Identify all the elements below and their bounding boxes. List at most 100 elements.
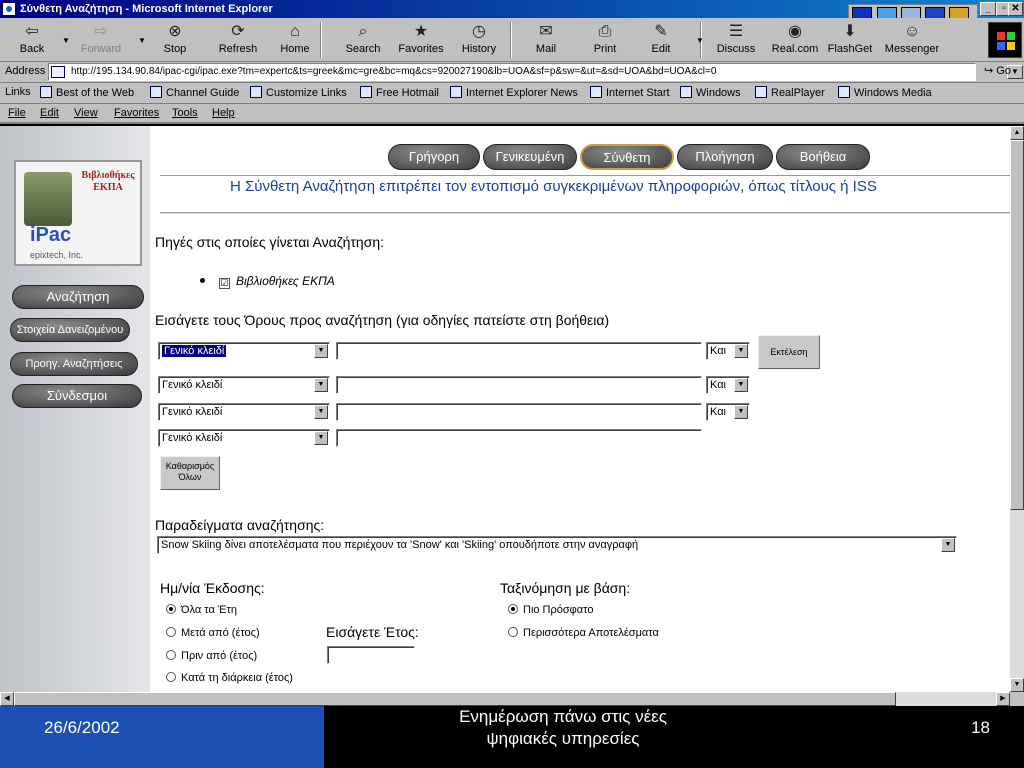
toolbar-favorites-button[interactable]: ★ Favorites [392, 20, 450, 60]
date-option-all-years[interactable]: Όλα τα Έτη [166, 604, 237, 616]
menu-bar: File Edit View Favorites Tools Help [0, 104, 1024, 124]
chevron-down-icon[interactable]: ▼ [314, 405, 328, 419]
term-field-select-2[interactable]: Γενικό κλειδί ▼ [158, 376, 330, 394]
source-checkbox[interactable]: ☑ [219, 278, 230, 289]
scroll-down-icon[interactable]: ▼ [1010, 678, 1024, 692]
menu-favorites[interactable]: Favorites [114, 107, 159, 119]
go-label: Go [996, 65, 1011, 77]
term-input-3[interactable] [336, 403, 702, 421]
date-option-before[interactable]: Πριν από (έτος) [166, 650, 257, 662]
chevron-down-icon[interactable]: ▼ [734, 378, 748, 392]
radio-icon[interactable] [166, 627, 176, 637]
radio-selected-icon[interactable] [508, 604, 518, 614]
term-operator-select-2[interactable]: Και ▼ [706, 376, 750, 394]
toolbar-edit-button[interactable]: ✎ Edit [638, 20, 684, 60]
flashget-icon: ⬇ [843, 23, 857, 40]
toolbar-forward-button[interactable]: ⇨ Forward [70, 20, 132, 60]
year-input[interactable] [327, 646, 415, 664]
term-field-select-3[interactable]: Γενικό κλειδί ▼ [158, 403, 330, 421]
vertical-scrollbar[interactable]: ▲ ▼ [1010, 126, 1024, 692]
link-realplayer[interactable]: RealPlayer [755, 86, 825, 99]
window-title-bar[interactable]: Σύνθετη Αναζήτηση - Microsoft Internet E… [0, 0, 1024, 28]
radio-icon[interactable] [166, 650, 176, 660]
scroll-up-icon[interactable]: ▲ [1010, 126, 1024, 140]
library-logo[interactable]: Βιβλιοθήκες ΕΚΠΑ iPac epixtech, Inc. [14, 160, 142, 266]
toolbar-messenger-button[interactable]: ☺ Messenger [880, 20, 944, 60]
chevron-down-icon[interactable]: ▼ [941, 538, 955, 552]
toolbar-print-button[interactable]: ⎙ Print [582, 20, 628, 60]
toolbar-discuss-button[interactable]: ☰ Discuss [710, 20, 762, 60]
close-button[interactable]: ✕ [1008, 2, 1023, 16]
radio-selected-icon[interactable] [166, 604, 176, 614]
sort-option-most-results[interactable]: Περισσότερα Αποτελέσματα [508, 627, 659, 639]
term-input-4[interactable] [336, 429, 702, 447]
link-best-of-the-web[interactable]: Best of the Web [40, 86, 134, 99]
menu-help[interactable]: Help [212, 107, 235, 119]
link-channel-guide[interactable]: Channel Guide [150, 86, 239, 99]
toolbar-separator [320, 22, 322, 58]
windows-logo-icon [988, 22, 1022, 58]
menu-tools[interactable]: Tools [172, 107, 198, 119]
toolbar-refresh-button[interactable]: ⟳ Refresh [210, 20, 266, 60]
toolbar-stop-button[interactable]: ⊗ Stop [150, 20, 200, 60]
tab-quick[interactable]: Γρήγορη [388, 144, 480, 170]
radio-icon[interactable] [166, 672, 176, 682]
horizontal-scrollbar[interactable]: ◀ ▶ [0, 692, 1010, 706]
link-windows[interactable]: Windows [680, 86, 741, 99]
tab-help[interactable]: Βοήθεια [776, 144, 870, 170]
sidebar-item-borrower-info[interactable]: Στοιχεία Δανειζομένου [10, 318, 130, 342]
sort-option-most-recent[interactable]: Πιο Πρόσφατο [508, 604, 593, 616]
term-field-select-4[interactable]: Γενικό κλειδί ▼ [158, 429, 330, 447]
chevron-down-icon[interactable]: ▼ [314, 378, 328, 392]
link-free-hotmail[interactable]: Free Hotmail [360, 86, 439, 99]
link-internet-start[interactable]: Internet Start [590, 86, 670, 99]
toolbar-flashget-button[interactable]: ⬇ FlashGet [824, 20, 876, 60]
toolbar-history-button[interactable]: ◷ History [454, 20, 504, 60]
execute-button[interactable]: Εκτέλεση [758, 335, 820, 369]
chevron-down-icon[interactable]: ▼ [734, 344, 748, 358]
link-windows-media[interactable]: Windows Media [838, 86, 932, 99]
address-input[interactable]: http://195.134.90.84/ipac-cgi/ipac.exe?t… [48, 63, 1023, 81]
toolbar-realcom-button[interactable]: ◉ Real.com [766, 20, 824, 60]
menu-view[interactable]: View [74, 107, 98, 119]
tab-browse[interactable]: Πλοήγηση [677, 144, 773, 170]
toolbar-mail-button[interactable]: ✉ Mail [522, 20, 570, 60]
date-option-after[interactable]: Μετά από (έτος) [166, 627, 260, 639]
bullet-icon [200, 278, 205, 283]
edit-dropdown-icon[interactable]: ▼ [696, 36, 704, 45]
menu-file[interactable]: File [8, 107, 26, 119]
chevron-down-icon[interactable]: ▼ [314, 344, 328, 358]
sidebar-item-search[interactable]: Αναζήτηση [12, 285, 144, 309]
radio-icon[interactable] [508, 627, 518, 637]
clear-all-button[interactable]: Καθαρισμός Όλων [160, 456, 220, 490]
ie-window-icon[interactable] [2, 2, 16, 16]
source-item: ☑ Βιβλιοθήκες ΕΚΠΑ [200, 274, 335, 289]
toolbar-back-button[interactable]: ⇦ Back [4, 20, 60, 60]
chevron-down-icon[interactable]: ▼ [314, 431, 328, 445]
vertical-scroll-thumb[interactable] [1010, 140, 1024, 510]
sidebar-item-links[interactable]: Σύνδεσμοι [12, 384, 142, 408]
forward-dropdown-icon[interactable]: ▼ [138, 36, 146, 45]
scroll-right-icon[interactable]: ▶ [996, 692, 1010, 706]
term-field-select-1[interactable]: Γενικό κλειδί ▼ [158, 342, 330, 360]
go-button[interactable]: ↪ Go [984, 64, 1011, 77]
link-internet-explorer-news[interactable]: Internet Explorer News [450, 86, 578, 99]
term-operator-select-3[interactable]: Και ▼ [706, 403, 750, 421]
scroll-left-icon[interactable]: ◀ [0, 692, 14, 706]
chevron-down-icon[interactable]: ▼ [734, 405, 748, 419]
menu-edit[interactable]: Edit [40, 107, 59, 119]
term-input-1[interactable] [336, 342, 702, 360]
sidebar-item-previous-searches[interactable]: Προηγ. Αναζητήσεις [10, 352, 138, 376]
horizontal-scroll-thumb[interactable] [14, 692, 896, 706]
toolbar-search-button[interactable]: ⌕ Search [335, 20, 391, 60]
minimize-button[interactable]: _ [980, 2, 996, 16]
examples-select[interactable]: Snow Skiing δίνει αποτελέσματα που περιέ… [157, 536, 957, 554]
date-option-during[interactable]: Κατά τη διάρκεια (έτος) [166, 672, 293, 684]
tab-general[interactable]: Γενικευμένη [483, 144, 577, 170]
term-input-2[interactable] [336, 376, 702, 394]
term-operator-select-1[interactable]: Και ▼ [706, 342, 750, 360]
tab-advanced[interactable]: Σύνθετη [580, 144, 674, 170]
back-dropdown-icon[interactable]: ▼ [62, 36, 70, 45]
toolbar-home-button[interactable]: ⌂ Home [270, 20, 320, 60]
link-customize-links[interactable]: Customize Links [250, 86, 347, 99]
